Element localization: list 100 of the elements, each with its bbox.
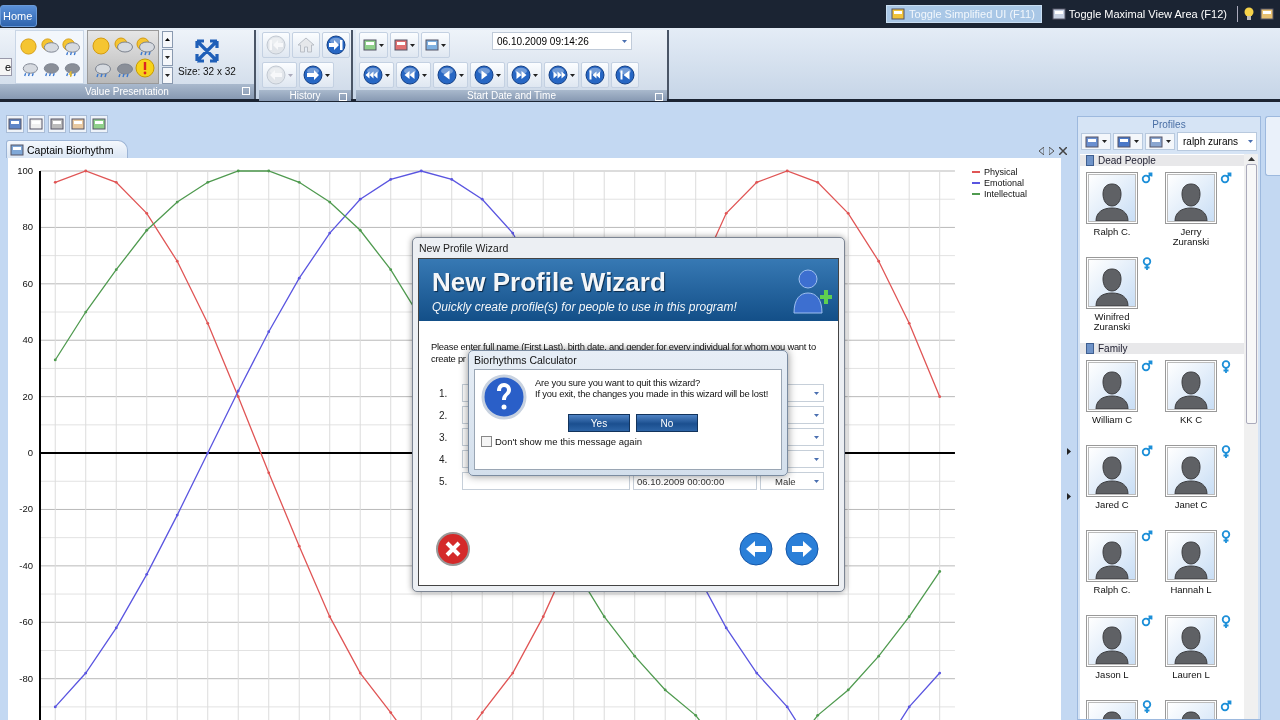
person-silhouette-icon (1093, 181, 1131, 221)
caret-icon (1134, 140, 1139, 143)
date-navigation-button[interactable] (581, 62, 609, 88)
person-silhouette-icon (1093, 266, 1131, 306)
female-symbol-icon (1141, 700, 1153, 713)
view-button[interactable] (1113, 133, 1143, 150)
arrow-left-icon (738, 531, 774, 567)
back-button[interactable] (738, 531, 774, 567)
dialog-button[interactable]: Yes (568, 414, 630, 432)
date-navigation-button[interactable] (470, 62, 505, 88)
cancel-button[interactable] (435, 531, 471, 567)
legend-label: Intellectual (984, 188, 1028, 199)
profile-avatar[interactable] (1165, 172, 1217, 224)
ribbon-button[interactable]: e (0, 58, 12, 76)
axis-tick-label: -60 (19, 616, 33, 628)
next-button[interactable] (784, 531, 820, 567)
profile-name: Ralph C. (1092, 585, 1132, 595)
profile-avatar[interactable] (1165, 445, 1217, 497)
history-button[interactable] (299, 62, 334, 88)
profile-avatar[interactable] (1086, 615, 1138, 667)
profile-name: KK C (1178, 415, 1204, 425)
date-navigation-button[interactable] (433, 62, 468, 88)
checkbox[interactable] (481, 436, 492, 447)
male-symbol-icon (1220, 172, 1232, 184)
gallery-more-button[interactable] (162, 66, 173, 84)
message-text: If you exit, the changes you made in this wizard will be lost! (535, 388, 769, 399)
female-symbol-icon (1220, 615, 1232, 628)
side-panel-edge (1265, 116, 1280, 176)
legend-swatch (972, 170, 980, 173)
sync-button[interactable] (359, 32, 388, 58)
profile-avatar[interactable] (1086, 172, 1138, 224)
gallery-up-button[interactable] (162, 30, 173, 48)
sort-button[interactable] (1145, 133, 1175, 150)
arrow-right-icon (303, 65, 323, 85)
axis-tick-label: -20 (19, 503, 33, 515)
date-navigation-button[interactable] (611, 62, 639, 88)
search-value: ralph zurans (1183, 136, 1239, 147)
male-symbol-icon (1141, 615, 1153, 627)
profile-avatar[interactable] (1165, 360, 1217, 412)
up-triangle-icon (165, 37, 170, 41)
date-navigation-button[interactable] (396, 62, 431, 88)
caret-icon (814, 457, 819, 461)
profile-name: Lauren L (1171, 670, 1211, 680)
caret-icon (570, 73, 575, 77)
axis-tick-label: 60 (22, 277, 33, 289)
profile-name: William C (1090, 415, 1134, 425)
icon-set-option[interactable] (15, 30, 84, 84)
date-navigation-button[interactable] (507, 62, 542, 88)
expand-right-icon (1067, 493, 1071, 500)
profile-name: Hannah L (1169, 585, 1213, 595)
calendar-button[interactable] (421, 32, 450, 58)
caret-icon (622, 39, 627, 43)
arrow-right-icon (784, 531, 820, 567)
size-button[interactable]: Size: 32 x 32 (176, 37, 238, 77)
person-silhouette-icon (1172, 624, 1210, 664)
group-header[interactable]: Dead People (1080, 155, 1244, 166)
scrollbar[interactable] (1244, 154, 1258, 719)
home-tab[interactable]: Home (0, 5, 38, 27)
caret-icon (288, 73, 293, 77)
caret-icon (410, 43, 415, 47)
female-symbol-icon (1220, 445, 1232, 458)
caret-icon (379, 43, 384, 47)
date-navigation-button[interactable] (544, 62, 579, 88)
profile-avatar[interactable] (1086, 257, 1138, 309)
history-button[interactable] (322, 32, 350, 58)
group-label: History (289, 90, 321, 101)
date-navigation-button[interactable] (359, 62, 394, 88)
people-button[interactable] (390, 32, 419, 58)
caret-icon (165, 55, 170, 59)
document-tab[interactable]: Captain Biorhythm (6, 140, 129, 158)
group-header[interactable]: Family (1080, 343, 1244, 354)
partly-cloudy-icon (113, 36, 133, 56)
profile-name: Jason L (1094, 670, 1130, 680)
person-silhouette-icon (1093, 369, 1131, 409)
profile-search-field[interactable]: ralph zurans (1177, 132, 1257, 151)
wizard-heading: New Profile Wizard (432, 266, 667, 298)
expand-right-icon (1067, 448, 1071, 455)
person-silhouette-icon (1172, 539, 1210, 579)
profile-name: Ralph C. (1092, 227, 1132, 237)
partly-cloudy-icon (40, 37, 59, 56)
profile-avatar[interactable] (1086, 360, 1138, 412)
row-number: 4. (439, 453, 449, 465)
toggle-maximal-button[interactable]: Toggle Maximal View Area (F12) (1047, 5, 1231, 23)
profile-avatar[interactable] (1165, 615, 1217, 667)
scrollbar-thumb[interactable] (1245, 164, 1257, 424)
profile-avatar[interactable] (1086, 445, 1138, 497)
dialog-launcher-icon (242, 87, 250, 95)
profile-avatar[interactable] (1086, 530, 1138, 582)
arrow-to-start-icon (266, 35, 286, 55)
window-title: New Profile Wizard (418, 241, 510, 256)
add-profile-button[interactable] (1081, 133, 1111, 150)
group-name: Dead People (1098, 155, 1156, 166)
gallery-down-button[interactable] (162, 48, 173, 66)
profile-name: Winifred Zuranski (1092, 312, 1132, 332)
row-number: 3. (439, 431, 449, 443)
dialog-button[interactable]: No (636, 414, 698, 432)
caret-icon (814, 391, 819, 395)
axis-tick-label: 100 (17, 165, 33, 176)
date-time-field[interactable]: 06.10.2009 09:14:26 (492, 32, 632, 50)
profile-avatar[interactable] (1165, 530, 1217, 582)
